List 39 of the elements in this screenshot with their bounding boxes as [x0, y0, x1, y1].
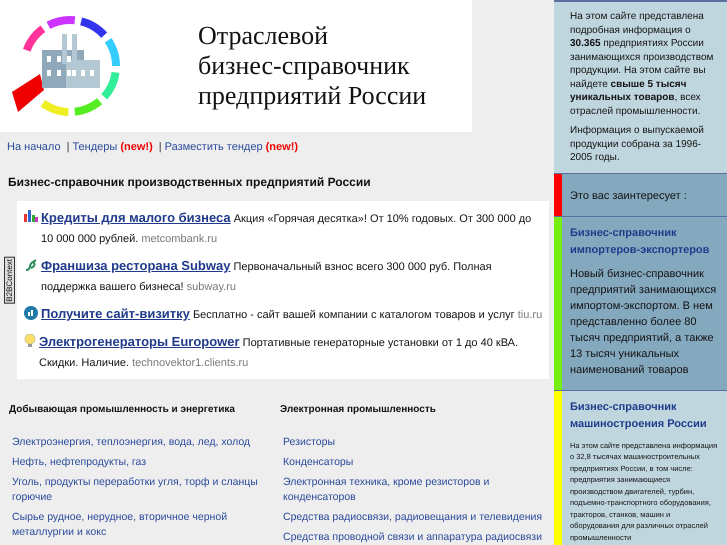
- ad-text: Кредиты для малого бизнеса Акция «Горячая десятка»! От 10% годовых. От 300 000 до 10 000 000 рублей. metcombank.ru: [41, 209, 532, 247]
- page-heading: Бизнес-справочник производственных предприятий России: [8, 175, 372, 189]
- ad-text: Электрогенераторы Europower Портативные генераторные установки от 1 до 40 кВА. Скидки. Наличие. technovektor1.clients.ru: [39, 333, 520, 371]
- block-text: Новый бизнес-справочник предприятий занимающихся импортом-экспортом. В нем представленно более 80 тысяч предприятий, а также 13 тысяч уникальных наименований товаров: [570, 266, 718, 378]
- swirl-icon: [24, 258, 38, 272]
- block-text: Это вас заинтересует :: [570, 188, 687, 204]
- nav-link[interactable]: Тендеры: [72, 141, 118, 153]
- ad-link[interactable]: Получите сайт-визитку: [41, 306, 190, 321]
- category-link[interactable]: Резисторы: [283, 435, 544, 450]
- category-title: Электронная промышленность: [280, 404, 437, 415]
- nav-link[interactable]: На начало: [7, 141, 61, 153]
- nav-separator: |: [66, 141, 70, 153]
- ad-text: Получите сайт-визитку Бесплатно - сайт вашей компании с каталогом товаров и услуг tiu.ru: [41, 305, 543, 323]
- category-link[interactable]: Средства проводной связи и аппаратура радиосвязи: [283, 530, 544, 545]
- ad-link[interactable]: Электрогенераторы Europower: [39, 334, 240, 349]
- lightbulb-icon: [24, 334, 36, 348]
- chart-circle-icon: [24, 306, 38, 320]
- category-link[interactable]: Конденсаторы: [283, 455, 544, 470]
- ad-link[interactable]: Кредиты для малого бизнеса: [41, 210, 231, 225]
- logo-title: Отраслевой бизнес-справочник предприятий России: [198, 21, 426, 111]
- ad-link[interactable]: Франшиза ресторана Subway: [41, 258, 230, 273]
- category-link[interactable]: Уголь, продукты переработки угля, торф и сланцы горючие: [12, 475, 272, 505]
- nav-separator: |: [158, 141, 162, 153]
- block-link[interactable]: Бизнес-справочник машиностроения России: [570, 398, 719, 432]
- category-link[interactable]: Нефть, нефтепродукты, газ: [12, 455, 272, 470]
- category-link[interactable]: Средства радиосвязи, радиовещания и телевидения: [283, 510, 544, 525]
- intro-text: Информация о выпускаемой продукции собрана за 1996-2005 годы.: [570, 124, 705, 164]
- ads-label: B2BContext: [4, 257, 15, 304]
- category-link[interactable]: Электроэнергия, теплоэнергия, вода, лед, холод: [12, 435, 272, 450]
- ad-text: Франшиза ресторана Subway Первоначальный взнос всего 300 000 руб. Полная поддержка вашего бизнеса! subway.ru: [41, 257, 493, 295]
- intro-text: На этом сайте представлена подробная информация о 30.365 предприятиях России занимающихся производством продукции. На этом сайте вы найдете свыше 5 тысяч уникальных товаров, всех отраслей промышленности.: [570, 10, 714, 118]
- bar-chart-icon: [24, 210, 38, 222]
- new-label: (new!): [119, 141, 153, 153]
- category-link[interactable]: Сырье рудное, нерудное, вторичное черной металлургии и кокс: [12, 510, 272, 540]
- category-link[interactable]: Электронная техника, кроме резисторов и конденсаторов: [283, 475, 544, 505]
- new-label: (new!): [264, 141, 298, 153]
- block-link[interactable]: Бизнес-справочник импортеров-экспортеров: [570, 224, 719, 258]
- nav-link[interactable]: Разместить тендер: [164, 141, 263, 153]
- category-title: Добывающая промышленность и энергетика: [9, 404, 236, 415]
